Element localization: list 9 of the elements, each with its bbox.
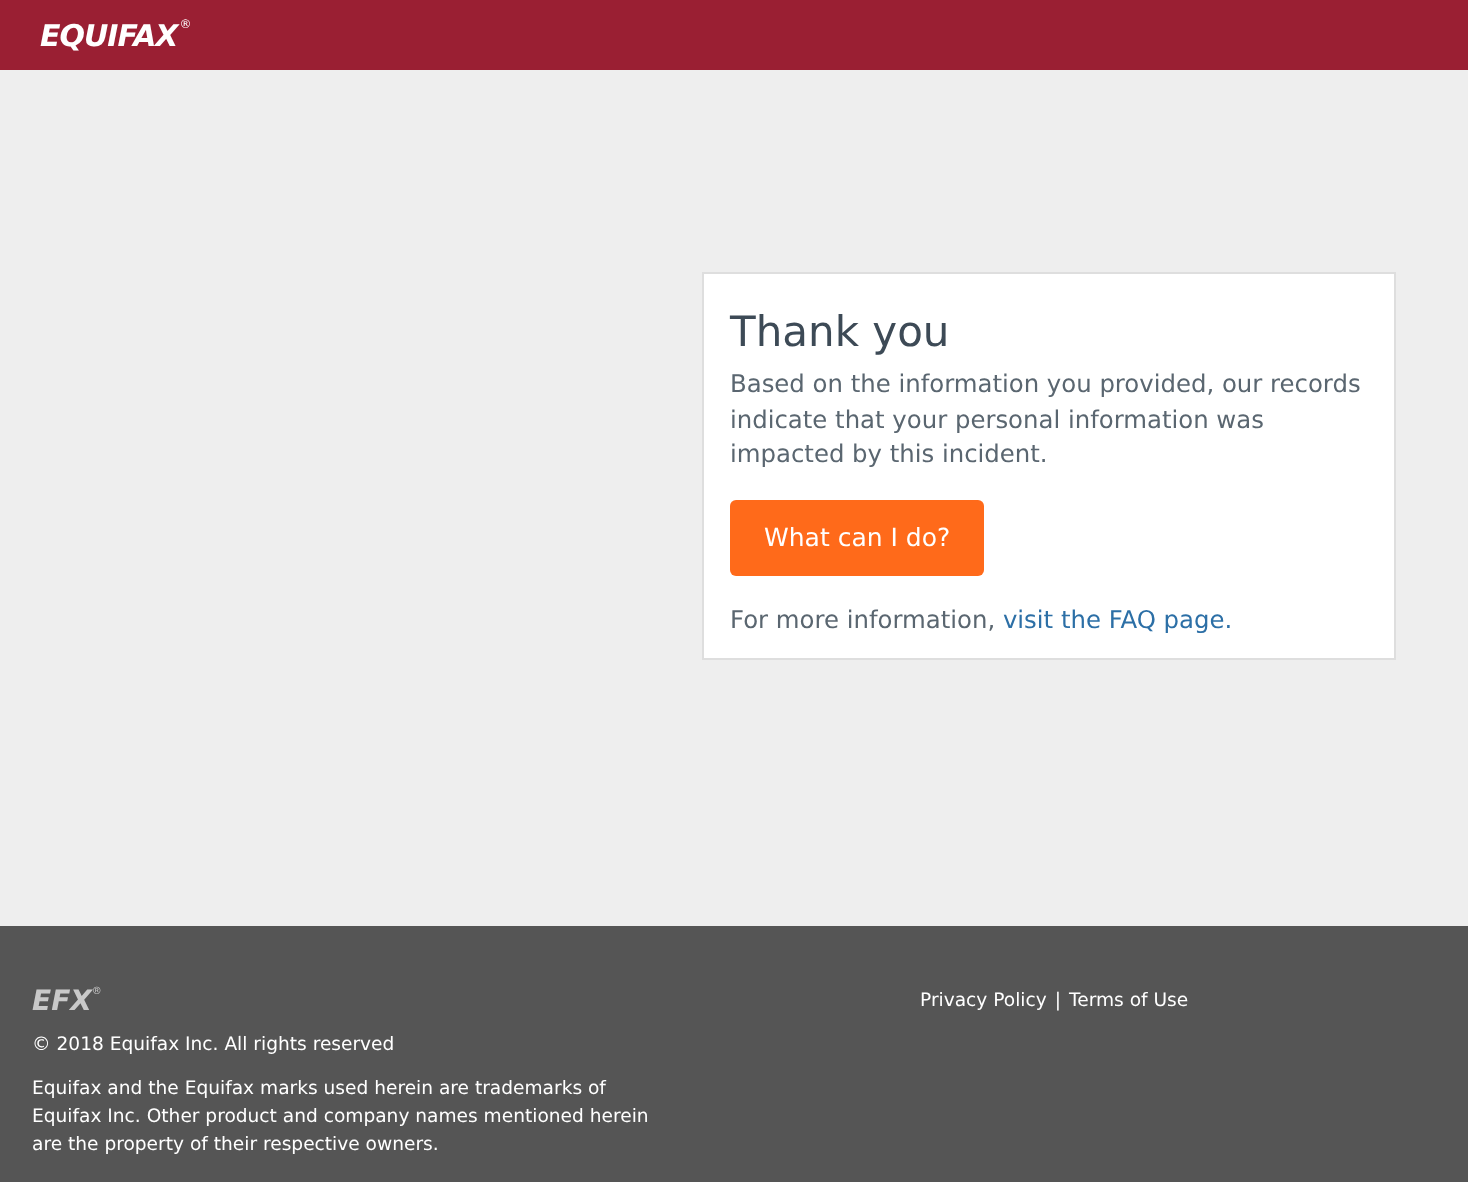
result-message: Based on the information you provided, our records indicate that your personal information was impacted by this incident. (730, 368, 1363, 472)
footer-link[interactable]: Terms of Use (1069, 990, 1189, 1012)
card-title: Thank you (730, 308, 952, 356)
more-info-text: For more information, visit the FAQ page. (730, 603, 1235, 637)
trademark-notice: Equifax and the Equifax marks used herein are trademarks of Equifax Inc. Other product and company names mentioned herein are the property of their respective owners. (32, 1076, 651, 1160)
footer-link[interactable]: Privacy Policy (920, 990, 1047, 1012)
link-separator: | (1054, 990, 1061, 1012)
faq-link[interactable]: visit the FAQ page. (1002, 605, 1233, 633)
copyright-text: © 2018 Equifax Inc. All rights reserved (32, 1034, 397, 1056)
